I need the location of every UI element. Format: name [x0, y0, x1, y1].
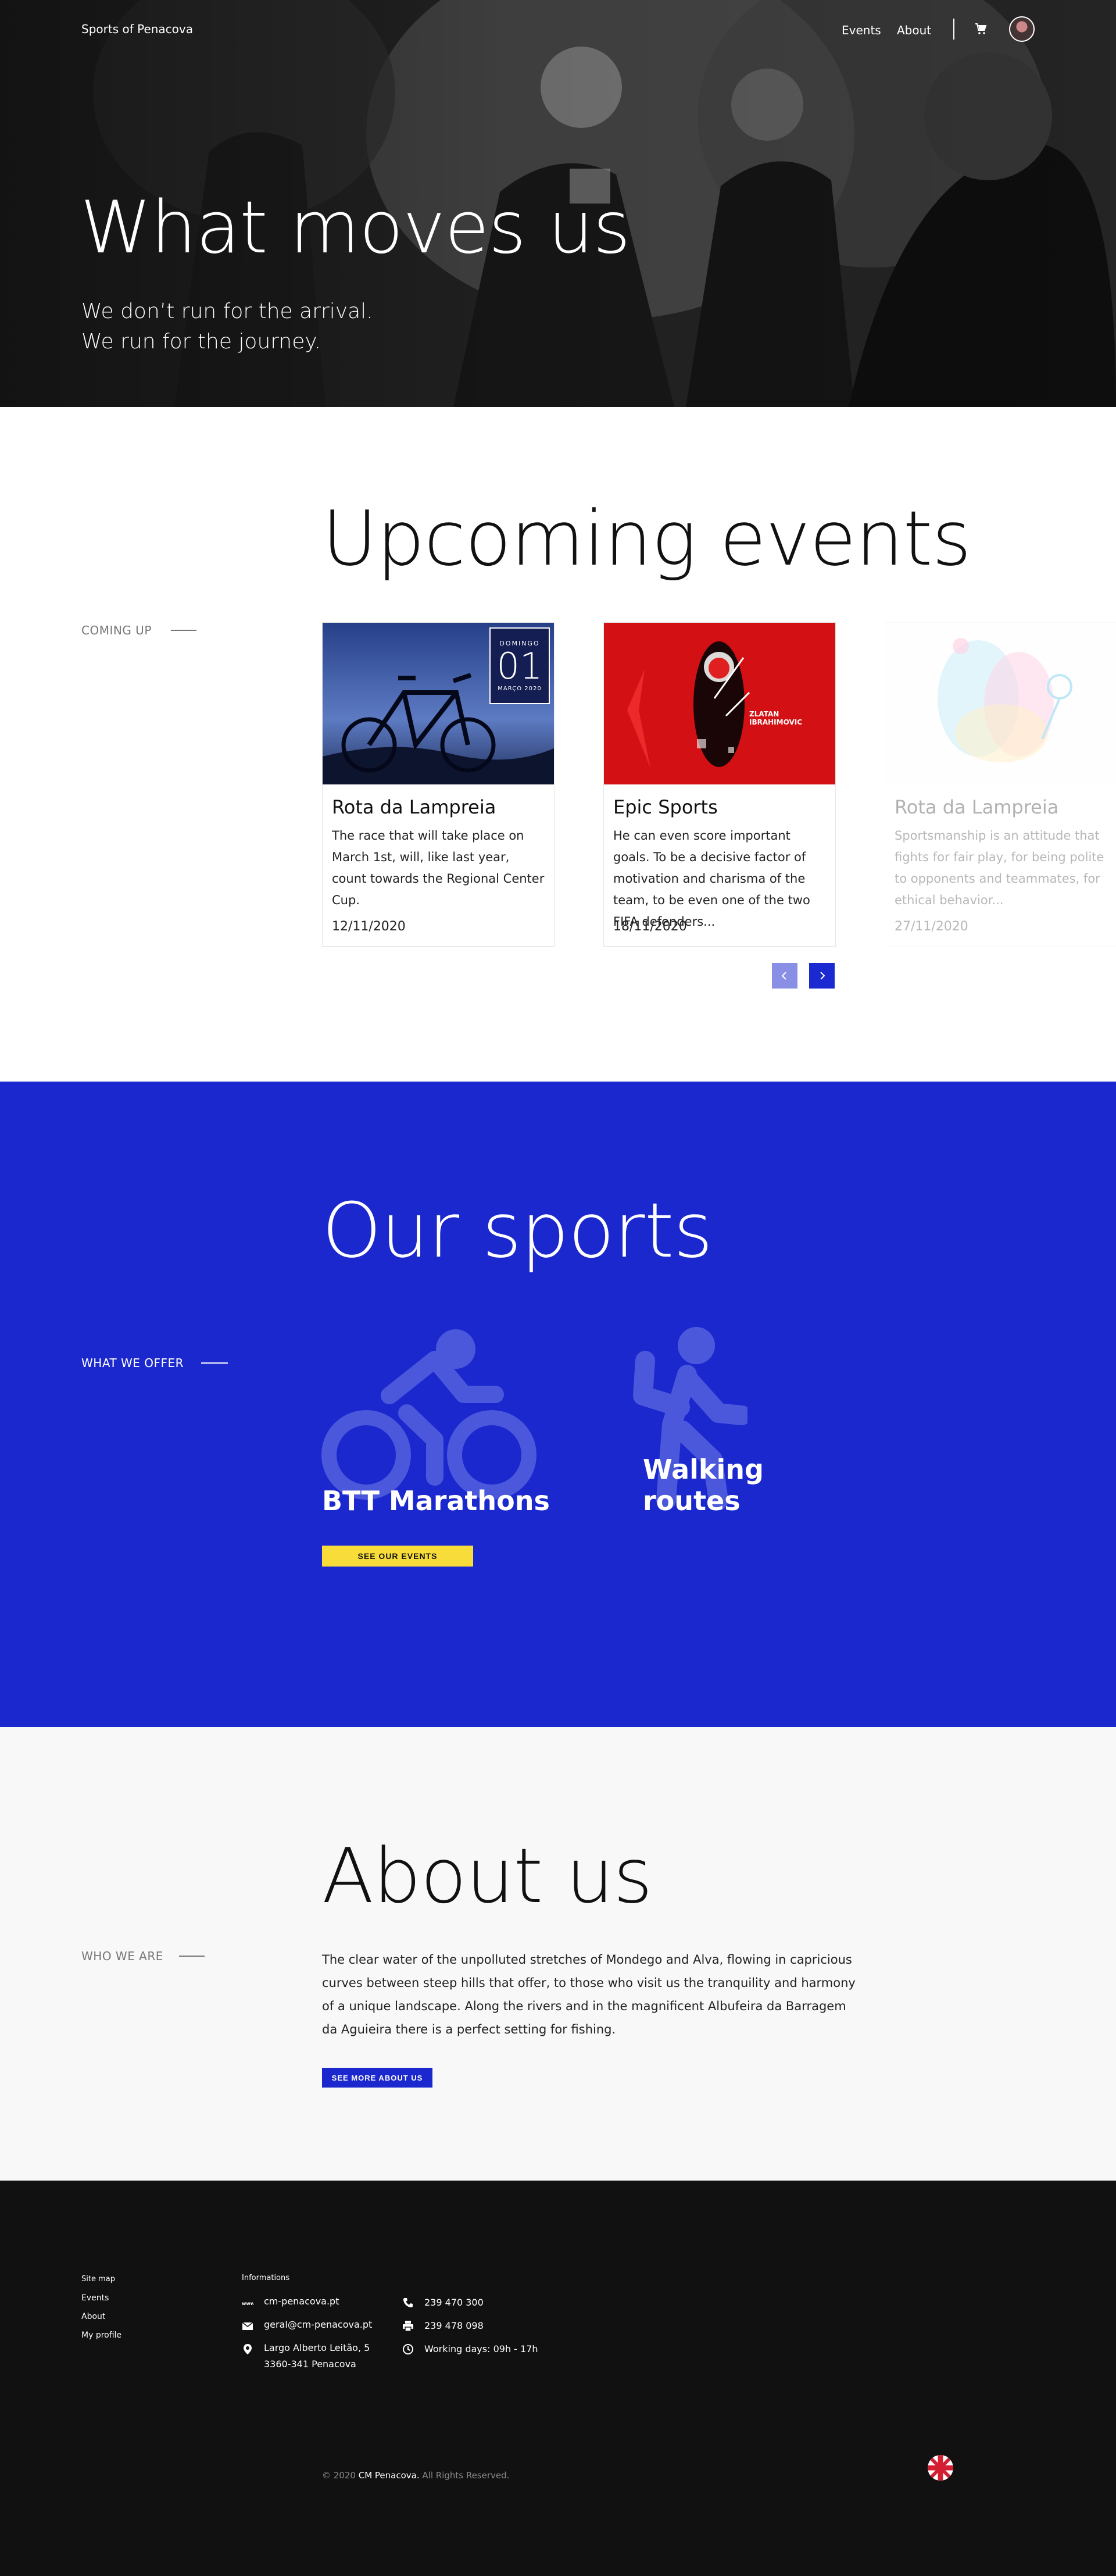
copyright-prefix: © 2020	[322, 2470, 356, 2481]
event-card[interactable]: Rota da Lampreia Sportsmanship is an att…	[885, 622, 1116, 947]
sports-side-line	[201, 1362, 228, 1364]
about-text: The clear water of the unpolluted stretc…	[322, 1953, 856, 2036]
clock-icon	[403, 2344, 413, 2354]
event-card-text: The race that will take place on March 1…	[332, 829, 545, 907]
footer-email[interactable]: geral@cm-penacova.pt	[264, 2317, 372, 2333]
see-more-about-us-button[interactable]: SEE MORE ABOUT US	[322, 2068, 432, 2088]
user-avatar[interactable]	[1009, 16, 1035, 42]
sport-btt-marathons[interactable]: BTT Marathons	[322, 1485, 550, 1517]
event-card-image: DOMINGO 01 MARÇO 2020	[323, 623, 554, 784]
badge-day: 01	[496, 645, 543, 687]
footer-link-about[interactable]: About	[81, 2312, 105, 2321]
poster-caption: ZLATAN IBRAHIMOVIC	[749, 710, 803, 726]
chevron-right-icon	[820, 972, 825, 980]
site-footer	[0, 2181, 1116, 2576]
location-pin-icon	[244, 2344, 252, 2354]
phone-icon	[403, 2298, 413, 2307]
about-side-label: WHO WE ARE	[81, 1949, 163, 1963]
hero-subtitle-line-2: We run for the journey.	[81, 330, 321, 354]
football-poster-image	[604, 623, 835, 784]
event-card-title[interactable]: Epic Sports	[613, 796, 718, 818]
event-card-date: 27/11/2020	[895, 919, 968, 934]
sports-side-label: WHAT WE OFFER	[81, 1356, 184, 1370]
event-card-image	[885, 623, 1116, 784]
sport-walking-routes-line-1: Walking	[643, 1454, 764, 1485]
about-side-line	[179, 1956, 205, 1957]
sports-section-title: Our sports	[322, 1186, 713, 1275]
events-side-label: COMING UP	[81, 623, 152, 637]
fax-printer-icon	[403, 2321, 413, 2332]
events-side-line	[171, 630, 196, 631]
copyright-suffix: All Rights Reserved.	[422, 2470, 510, 2481]
footer-address-line-1: Largo Alberto Leitão, 5	[264, 2342, 370, 2353]
hero-section: Sports of Penacova Events About What mov…	[0, 0, 1116, 407]
nav-link-about[interactable]: About	[897, 23, 931, 37]
copyright-org[interactable]: CM Penacova.	[359, 2470, 420, 2481]
bike-icon	[321, 1329, 536, 1500]
hero-subtitle: We don’t run for the arrival. We run for…	[81, 297, 373, 357]
event-card-image: ZLATAN IBRAHIMOVIC	[604, 623, 835, 784]
nav-divider	[953, 19, 954, 40]
nav-link-events[interactable]: Events	[842, 23, 881, 37]
footer-address: Largo Alberto Leitão, 5 3360-341 Penacov…	[264, 2340, 370, 2372]
footer-website[interactable]: cm-penacova.pt	[264, 2293, 339, 2310]
uk-flag-icon[interactable]	[928, 2455, 953, 2481]
cart-icon[interactable]	[974, 22, 988, 36]
hero-subtitle-line-1: We don’t run for the arrival.	[81, 299, 373, 323]
event-date-badge: DOMINGO 01 MARÇO 2020	[489, 627, 550, 704]
event-card[interactable]: DOMINGO 01 MARÇO 2020 Rota da Lampreia T…	[322, 622, 555, 947]
sports-section	[0, 1082, 1116, 1727]
carousel-next-button[interactable]	[809, 963, 835, 989]
footer-sitemap-title: Site map	[81, 2275, 115, 2284]
brand-logo[interactable]: Sports of Penacova	[81, 22, 193, 36]
event-card[interactable]: ZLATAN IBRAHIMOVIC Epic Sports He can ev…	[603, 622, 836, 947]
hero-title: What moves us	[80, 186, 631, 270]
radical-logo[interactable]: radical.	[81, 2455, 177, 2482]
badminton-art-image	[938, 638, 1072, 762]
event-card-title[interactable]: Rota da Lampreia	[332, 796, 496, 818]
badge-month: MARÇO 2020	[498, 686, 542, 692]
sport-walking-routes[interactable]: Walking routes	[643, 1454, 764, 1517]
event-card-text: Sportsmanship is an attitude that fights…	[895, 829, 1104, 907]
events-section-title: Upcoming events	[322, 494, 971, 583]
footer-fax[interactable]: 239 478 098	[424, 2318, 484, 2334]
footer-link-my-profile[interactable]: My profile	[81, 2331, 121, 2340]
event-card-date: 18/11/2020	[613, 919, 687, 934]
www-icon: www	[242, 2301, 253, 2306]
event-card-text: He can even score important goals. To be…	[613, 829, 810, 929]
email-icon	[242, 2322, 253, 2330]
powered-by-label: POWERED BY	[81, 2442, 148, 2454]
see-our-events-button[interactable]: SEE OUR EVENTS	[322, 1546, 473, 1567]
carousel-prev-button[interactable]	[772, 963, 797, 989]
copyright-text: © 2020 CM Penacova. All Rights Reserved.	[322, 2470, 509, 2481]
svg-text:www: www	[242, 2301, 253, 2306]
event-card-date: 12/11/2020	[332, 919, 406, 934]
chevron-left-icon	[781, 972, 786, 980]
footer-address-line-2: 3360-341 Penacova	[264, 2359, 356, 2370]
footer-info-title: Informations	[242, 2274, 290, 2282]
event-card-title[interactable]: Rota da Lampreia	[895, 796, 1058, 818]
footer-phone[interactable]: 239 470 300	[424, 2295, 484, 2311]
sport-walking-routes-line-2: routes	[643, 1485, 741, 1517]
top-navigation: Sports of Penacova Events About	[0, 0, 1116, 58]
footer-link-events[interactable]: Events	[81, 2293, 109, 2303]
footer-hours: Working days: 09h - 17h	[424, 2343, 538, 2354]
about-section-title: About us	[322, 1832, 653, 1920]
